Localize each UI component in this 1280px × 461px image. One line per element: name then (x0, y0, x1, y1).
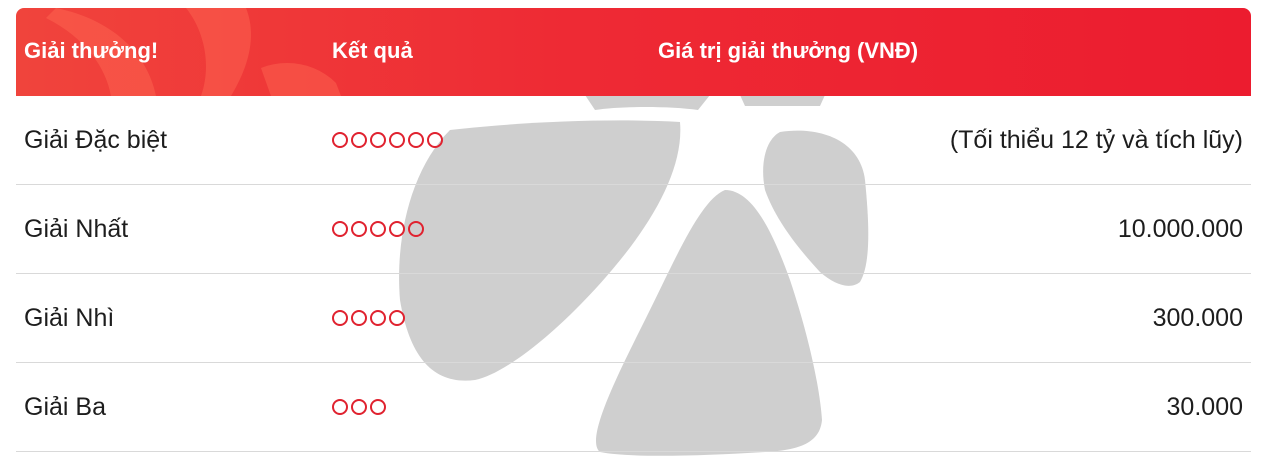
result-circle-icon (332, 221, 348, 237)
prize-name: Giải Nhất (24, 215, 129, 243)
table-row-second: Giải Nhì 300.000 (16, 274, 1251, 363)
result-circle-icon (351, 399, 367, 415)
header-prize-value: Giá trị giải thưởng (VNĐ) (658, 38, 919, 63)
table-row-first: Giải Nhất 10.000.000 (16, 185, 1251, 274)
prize-value: 300.000 (1152, 304, 1243, 332)
result-circle-icon (370, 132, 386, 148)
result-circle-icon (408, 221, 424, 237)
header-result: Kết quả (332, 38, 413, 63)
result-circles (332, 274, 405, 362)
result-circles (332, 363, 386, 451)
prize-table: Giải thưởng! Kết quả Giá trị giải thưởng… (16, 8, 1251, 452)
header-prize: Giải thưởng! (24, 38, 159, 63)
prize-value: 30.000 (1166, 393, 1243, 421)
result-circle-icon (427, 132, 443, 148)
result-circle-icon (351, 221, 367, 237)
result-circles (332, 96, 443, 184)
result-circle-icon (389, 132, 405, 148)
table-row-third: Giải Ba 30.000 (16, 363, 1251, 452)
prize-value: 10.000.000 (1117, 215, 1243, 243)
result-circle-icon (389, 221, 405, 237)
result-circle-icon (389, 310, 405, 326)
prize-name: Giải Đặc biệt (24, 126, 168, 154)
result-circle-icon (332, 132, 348, 148)
result-circle-icon (370, 399, 386, 415)
result-circle-icon (408, 132, 424, 148)
table-row-special: Giải Đặc biệt (Tối thiểu 12 tỷ và tích l… (16, 96, 1251, 185)
prize-table-page: Giải thưởng! Kết quả Giá trị giải thưởng… (0, 0, 1280, 461)
prize-name: Giải Ba (24, 393, 106, 421)
result-circle-icon (351, 132, 367, 148)
table-header: Giải thưởng! Kết quả Giá trị giải thưởng… (16, 8, 1251, 96)
result-circle-icon (370, 310, 386, 326)
result-circles (332, 185, 424, 273)
result-circle-icon (332, 310, 348, 326)
prize-name: Giải Nhì (24, 304, 115, 332)
prize-value: (Tối thiểu 12 tỷ và tích lũy) (949, 126, 1243, 154)
result-circle-icon (351, 310, 367, 326)
result-circle-icon (332, 399, 348, 415)
result-circle-icon (370, 221, 386, 237)
